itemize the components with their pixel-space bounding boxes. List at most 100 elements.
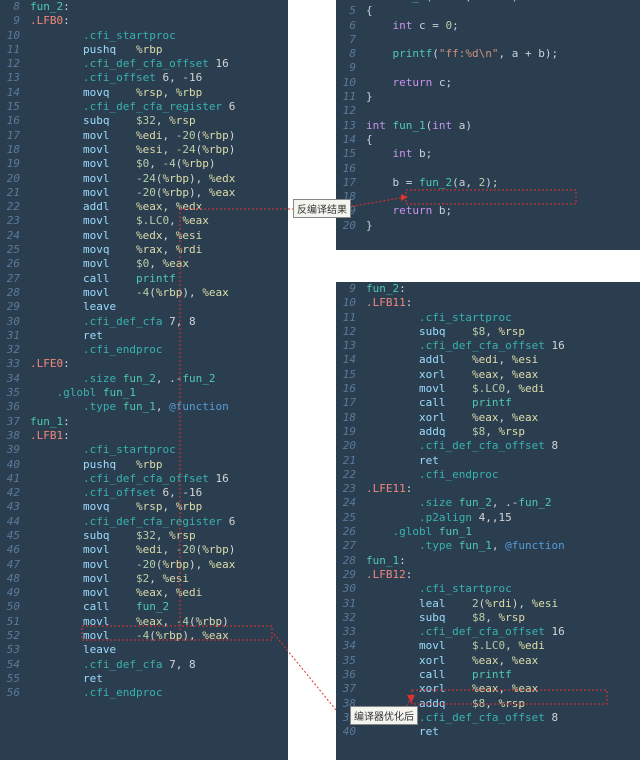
code-content: .cfi_offset 6, -16	[26, 486, 202, 500]
line-number: 26	[336, 525, 362, 539]
code-content: .cfi_def_cfa 7, 8	[26, 315, 196, 329]
line-number: 14	[0, 86, 26, 100]
code-line: 51 movl %eax, -4(%rbp)	[0, 615, 288, 629]
code-line: 12 subq $8, %rsp	[336, 325, 640, 339]
code-line: 48 movl $2, %esi	[0, 572, 288, 586]
code-content: movl $0, %eax	[26, 257, 189, 271]
code-content: movl %eax, -4(%rbp)	[26, 615, 229, 629]
code-content	[362, 190, 366, 204]
code-content: int c = 0;	[362, 19, 459, 33]
code-content: .cfi_def_cfa_register 6	[26, 515, 235, 529]
code-content: return b;	[362, 204, 452, 218]
code-line: 15 int b;	[336, 147, 640, 161]
code-content: .globl fun_1	[26, 386, 136, 400]
code-line: 39 .cfi_startproc	[0, 443, 288, 457]
code-content: .LFE0:	[26, 357, 70, 371]
line-number: 21	[0, 186, 26, 200]
line-number: 37	[0, 415, 26, 429]
code-content: movq %rsp, %rbp	[26, 86, 202, 100]
line-number: 51	[0, 615, 26, 629]
line-number: 19	[336, 425, 362, 439]
code-line: 13 .cfi_def_cfa_offset 16	[336, 339, 640, 353]
line-number: 10	[0, 29, 26, 43]
line-number: 9	[336, 61, 362, 75]
code-content: pushq %rbp	[26, 458, 162, 472]
code-content: movl %edx, %esi	[26, 229, 202, 243]
code-line: 47 movl -20(%rbp), %eax	[0, 558, 288, 572]
line-number: 12	[0, 57, 26, 71]
code-content: .LFB12:	[362, 568, 412, 582]
line-number: 17	[336, 396, 362, 410]
line-number: 29	[336, 568, 362, 582]
code-content: leal 2(%rdi), %esi	[362, 597, 558, 611]
line-number: 43	[0, 500, 26, 514]
line-number: 9	[0, 14, 26, 28]
line-number: 13	[336, 339, 362, 353]
code-line: 30 .cfi_def_cfa 7, 8	[0, 315, 288, 329]
code-line: 19 addq $8, %rsp	[336, 425, 640, 439]
line-number: 22	[0, 200, 26, 214]
line-number: 56	[0, 686, 26, 700]
code-line: 17 movl %edi, -20(%rbp)	[0, 129, 288, 143]
code-line: 16 movl $.LC0, %edi	[336, 382, 640, 396]
code-line: 27 call printf	[0, 272, 288, 286]
code-line: 16 subq $32, %rsp	[0, 114, 288, 128]
code-content: .cfi_endproc	[26, 343, 162, 357]
code-line: 28 movl -4(%rbp), %eax	[0, 286, 288, 300]
code-line: 25 .p2align 4,,15	[336, 511, 640, 525]
code-line: 12	[336, 104, 640, 118]
line-number: 45	[0, 529, 26, 543]
annotation-compiler-optimized: 编译器优化后	[350, 706, 418, 725]
line-number: 7	[336, 33, 362, 47]
code-content: .cfi_startproc	[362, 582, 512, 596]
line-number: 36	[0, 400, 26, 414]
code-line: 23 movl $.LC0, %eax	[0, 214, 288, 228]
code-content: addq $8, %rsp	[362, 425, 525, 439]
line-number: 48	[0, 572, 26, 586]
code-content: .cfi_def_cfa 7, 8	[26, 658, 196, 672]
line-number: 39	[0, 443, 26, 457]
code-line: 29 leave	[0, 300, 288, 314]
line-number: 9	[336, 282, 362, 296]
code-line: 11}	[336, 90, 640, 104]
code-content: printf("ff:%d\n", a + b);	[362, 47, 558, 61]
code-content: xorl %eax, %eax	[362, 368, 538, 382]
line-number: 35	[336, 654, 362, 668]
code-content: .cfi_endproc	[362, 468, 498, 482]
code-content: subq $8, %rsp	[362, 325, 525, 339]
code-content: .cfi_def_cfa_offset 8	[362, 439, 558, 453]
code-content: int b;	[362, 147, 432, 161]
line-number: 27	[0, 272, 26, 286]
top-right-c-panel: 4int fun_2(int a, int b)5{6 int c = 0;78…	[336, 0, 640, 250]
line-number: 33	[0, 357, 26, 371]
code-content: subq $32, %rsp	[26, 529, 196, 543]
code-content: call printf	[26, 272, 176, 286]
line-number: 25	[336, 511, 362, 525]
line-number: 23	[336, 482, 362, 496]
line-number: 18	[0, 143, 26, 157]
code-content: xorl %eax, %eax	[362, 654, 538, 668]
code-line: 8 printf("ff:%d\n", a + b);	[336, 47, 640, 61]
code-line: 44 .cfi_def_cfa_register 6	[0, 515, 288, 529]
line-number: 19	[0, 157, 26, 171]
code-line: 54 .cfi_def_cfa 7, 8	[0, 658, 288, 672]
line-number: 24	[336, 496, 362, 510]
code-line: 27 .type fun_1, @function	[336, 539, 640, 553]
code-content: xorl %eax, %eax	[362, 682, 538, 696]
line-number: 8	[336, 47, 362, 61]
line-number: 31	[336, 597, 362, 611]
code-content: movl -24(%rbp), %edx	[26, 172, 235, 186]
code-content: .p2align 4,,15	[362, 511, 512, 525]
code-content: fun_1:	[26, 415, 70, 429]
annotation-decompile-result: 反编译结果	[293, 199, 351, 218]
code-content: ret	[26, 672, 129, 686]
line-number: 10	[336, 76, 362, 90]
line-number: 20	[336, 219, 362, 233]
code-content: pushq %rbp	[26, 43, 162, 57]
line-number: 49	[0, 586, 26, 600]
line-number: 50	[0, 600, 26, 614]
code-content: call printf	[362, 396, 512, 410]
code-content: .size fun_2, .-fun_2	[26, 372, 215, 386]
code-line: 6 int c = 0;	[336, 19, 640, 33]
code-line: 17 call printf	[336, 396, 640, 410]
